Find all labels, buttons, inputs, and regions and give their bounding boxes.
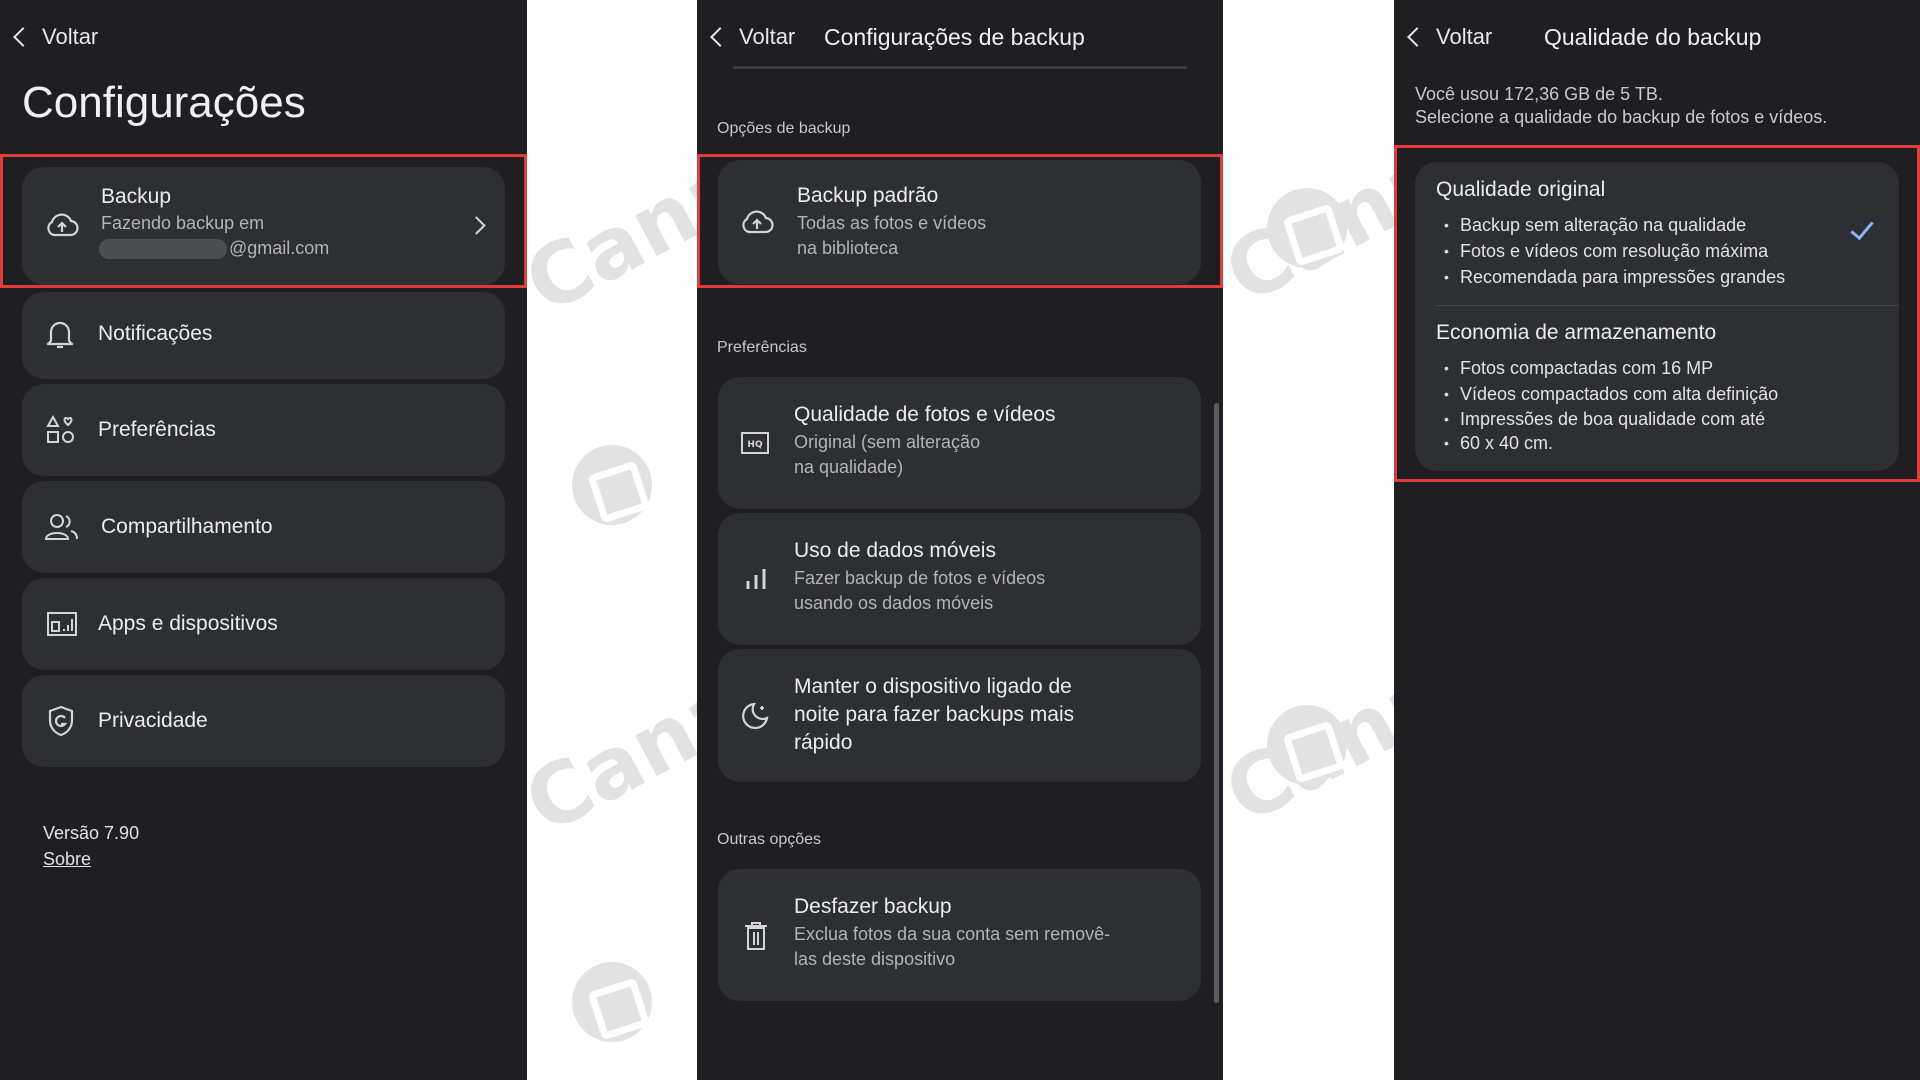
option-title: Qualidade original bbox=[1436, 178, 1606, 201]
back-label: Voltar bbox=[1436, 24, 1493, 49]
chevron-right-icon bbox=[467, 216, 486, 235]
watermark-logo-icon bbox=[1267, 705, 1347, 785]
quality-instructions: Selecione a qualidade do backup de fotos… bbox=[1415, 107, 1828, 127]
option-bullet: Recomendada para impressões grandes bbox=[1438, 264, 1785, 290]
backup-status: Fazendo backup em bbox=[101, 213, 265, 233]
keep-device-on-title: rápido bbox=[794, 731, 853, 754]
back-label: Voltar bbox=[739, 24, 796, 49]
chevron-left-icon bbox=[13, 27, 33, 47]
backup-default-sub: na biblioteca bbox=[797, 238, 899, 258]
backup-label: Backup bbox=[101, 185, 172, 208]
shield-icon bbox=[47, 705, 75, 742]
option-bullet: Fotos compactadas com 16 MP bbox=[1438, 355, 1778, 381]
section-preferences: Preferências bbox=[717, 339, 807, 356]
chevron-left-icon bbox=[710, 27, 730, 47]
option-bullet: Vídeos compactados com alta definição bbox=[1438, 381, 1778, 407]
photo-quality-sub: Original (sem alteração bbox=[794, 432, 981, 452]
cloud-upload-icon bbox=[740, 208, 774, 241]
back-button[interactable]: Voltar bbox=[12, 24, 98, 50]
bell-icon bbox=[46, 318, 74, 355]
chevron-left-icon bbox=[1407, 27, 1427, 47]
redacted-email bbox=[99, 239, 227, 260]
back-label: Voltar bbox=[42, 24, 99, 49]
app-version: Versão 7.90 bbox=[43, 823, 140, 843]
notifications-label: Notificações bbox=[98, 322, 213, 345]
backup-account: @gmail.com bbox=[99, 236, 329, 261]
option-bullet: Impressões de boa qualidade com até bbox=[1438, 407, 1778, 431]
sharing-settings-item[interactable]: Compartilhamento bbox=[22, 481, 505, 573]
cloud-upload-icon bbox=[44, 207, 80, 243]
moon-icon bbox=[740, 701, 770, 736]
back-button[interactable]: Voltar bbox=[1406, 24, 1492, 50]
keep-device-on-title: Manter o dispositivo ligado de bbox=[794, 675, 1072, 698]
photo-quality-item[interactable]: HQ Qualidade de fotos e vídeos Original … bbox=[718, 377, 1201, 509]
notifications-settings-item[interactable]: Notificações bbox=[22, 292, 505, 379]
people-icon bbox=[44, 513, 79, 546]
backup-quality-panel: Voltar Qualidade do backup Você usou 172… bbox=[1394, 0, 1920, 1080]
backup-settings-panel: Voltar Configurações de backup Opções de… bbox=[697, 0, 1223, 1080]
privacy-label: Privacidade bbox=[98, 709, 208, 732]
photo-quality-title: Qualidade de fotos e vídeos bbox=[794, 403, 1056, 426]
mobile-data-item[interactable]: Uso de dados móveis Fazer backup de foto… bbox=[718, 513, 1201, 645]
keep-device-on-title: noite para fazer backups mais bbox=[794, 703, 1075, 726]
quality-options-card: Qualidade original Backup sem alteração … bbox=[1415, 162, 1899, 471]
back-button[interactable]: Voltar bbox=[709, 24, 795, 50]
devices-icon bbox=[46, 611, 78, 642]
about-link[interactable]: Sobre bbox=[43, 849, 91, 870]
quality-option-storage-saver[interactable]: Economia de armazenamento Fotos compacta… bbox=[1415, 306, 1899, 471]
mobile-data-title: Uso de dados móveis bbox=[794, 539, 996, 562]
option-bullet-continuation: 60 x 40 cm. bbox=[1438, 431, 1778, 455]
undo-backup-item[interactable]: Desfazer backup Exclua fotos da sua cont… bbox=[718, 869, 1201, 1001]
preferences-label: Preferências bbox=[98, 418, 216, 441]
mobile-data-sub: Fazer backup de fotos e vídeos bbox=[794, 568, 1046, 588]
page-title: Qualidade do backup bbox=[1544, 24, 1762, 50]
undo-backup-sub: Exclua fotos da sua conta sem removê- bbox=[794, 924, 1111, 944]
keep-device-on-item[interactable]: Manter o dispositivo ligado de noite par… bbox=[718, 649, 1201, 782]
header-divider bbox=[733, 66, 1187, 69]
watermark-logo-icon bbox=[572, 445, 652, 525]
mobile-data-sub: usando os dados móveis bbox=[794, 593, 994, 613]
watermark-logo-icon bbox=[572, 962, 652, 1042]
sharing-label: Compartilhamento bbox=[101, 515, 273, 538]
apps-devices-label: Apps e dispositivos bbox=[98, 612, 278, 635]
settings-panel: Voltar Configurações Backup Fazendo back… bbox=[0, 0, 527, 1080]
page-title: Configurações de backup bbox=[824, 24, 1085, 50]
option-title: Economia de armazenamento bbox=[1436, 321, 1717, 344]
checkmark-icon bbox=[1850, 215, 1874, 241]
scrollbar[interactable] bbox=[1214, 403, 1219, 1003]
backup-default-item[interactable]: Backup padrão Todas as fotos e vídeos na… bbox=[718, 160, 1201, 284]
storage-info: Você usou 172,36 GB de 5 TB. bbox=[1415, 84, 1663, 104]
apps-devices-settings-item[interactable]: Apps e dispositivos bbox=[22, 578, 505, 670]
trash-icon bbox=[744, 921, 768, 956]
undo-backup-title: Desfazer backup bbox=[794, 895, 952, 918]
section-backup-options: Opções de backup bbox=[717, 120, 851, 137]
preferences-icon bbox=[46, 414, 76, 450]
watermark-logo-icon bbox=[1267, 188, 1347, 268]
photo-quality-sub: na qualidade) bbox=[794, 457, 904, 477]
preferences-settings-item[interactable]: Preferências bbox=[22, 384, 505, 476]
signal-bars-icon bbox=[744, 567, 768, 596]
undo-backup-sub: las deste dispositivo bbox=[794, 949, 956, 969]
option-bullet: Backup sem alteração na qualidade bbox=[1438, 212, 1785, 238]
section-other-options: Outras opções bbox=[717, 831, 822, 848]
privacy-settings-item[interactable]: Privacidade bbox=[22, 675, 505, 767]
svg-text:HQ: HQ bbox=[747, 440, 763, 450]
screenshot-collage: Canaltech Canaltech Canaltech Canaltech … bbox=[0, 0, 1920, 1080]
hq-icon: HQ bbox=[740, 431, 770, 460]
backup-settings-item[interactable]: Backup Fazendo backup em @gmail.com bbox=[22, 167, 505, 285]
quality-option-original[interactable]: Qualidade original Backup sem alteração … bbox=[1415, 162, 1899, 304]
option-bullet: Fotos e vídeos com resolução máxima bbox=[1438, 238, 1785, 264]
backup-default-sub: Todas as fotos e vídeos bbox=[797, 213, 987, 233]
page-title: Configurações bbox=[22, 78, 306, 127]
backup-default-title: Backup padrão bbox=[797, 184, 939, 207]
